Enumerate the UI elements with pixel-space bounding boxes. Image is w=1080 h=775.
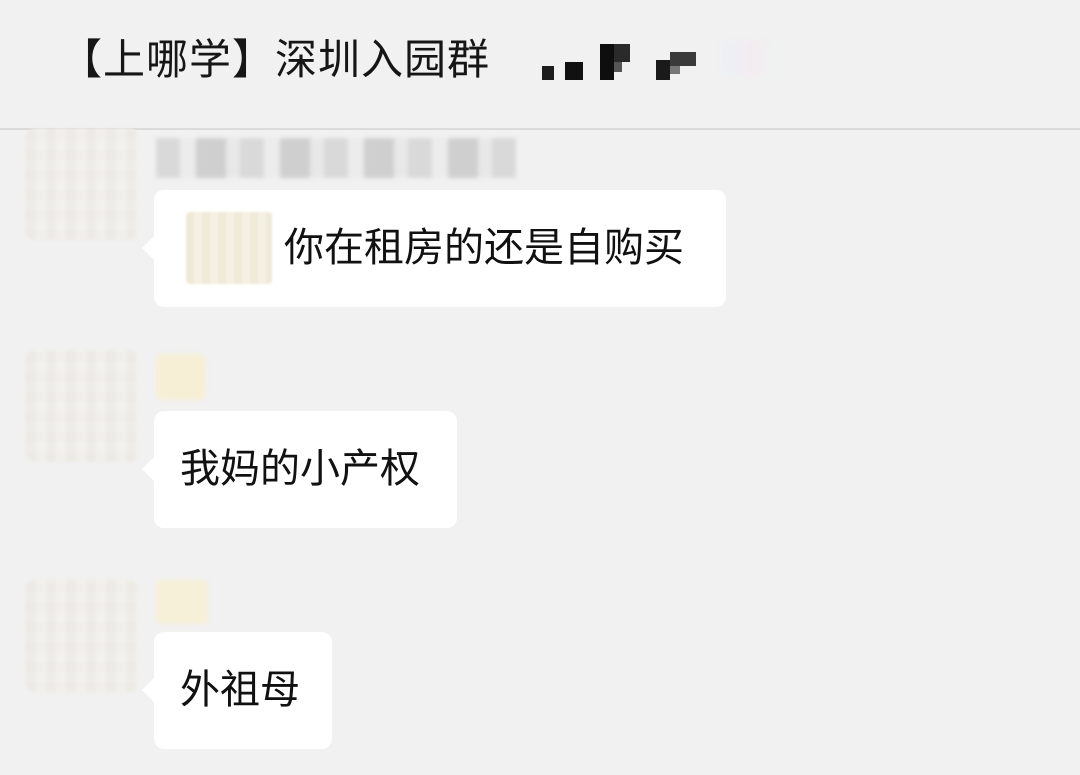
group-title: 【上哪学】深圳入园群 [60,35,491,84]
message-bubble[interactable]: 我妈的小产权 [142,411,457,528]
sender-avatar[interactable] [26,128,138,240]
message-text: 你在租房的还是自购买 [284,225,684,271]
chat-header: 【上哪学】深圳入园群 [0,0,1080,130]
message-bubble[interactable]: 外祖母 [142,632,332,749]
sender-avatar[interactable] [26,580,138,692]
sender-name [156,580,208,624]
message-text: 外祖母 [180,667,300,713]
sender-name [156,354,206,400]
sender-name [156,138,516,178]
message-text: 我妈的小产权 [180,446,420,492]
mention-avatar [186,212,272,284]
sender-avatar[interactable] [26,350,138,462]
message-bubble[interactable]: 你在租房的还是自购买 [142,190,726,307]
